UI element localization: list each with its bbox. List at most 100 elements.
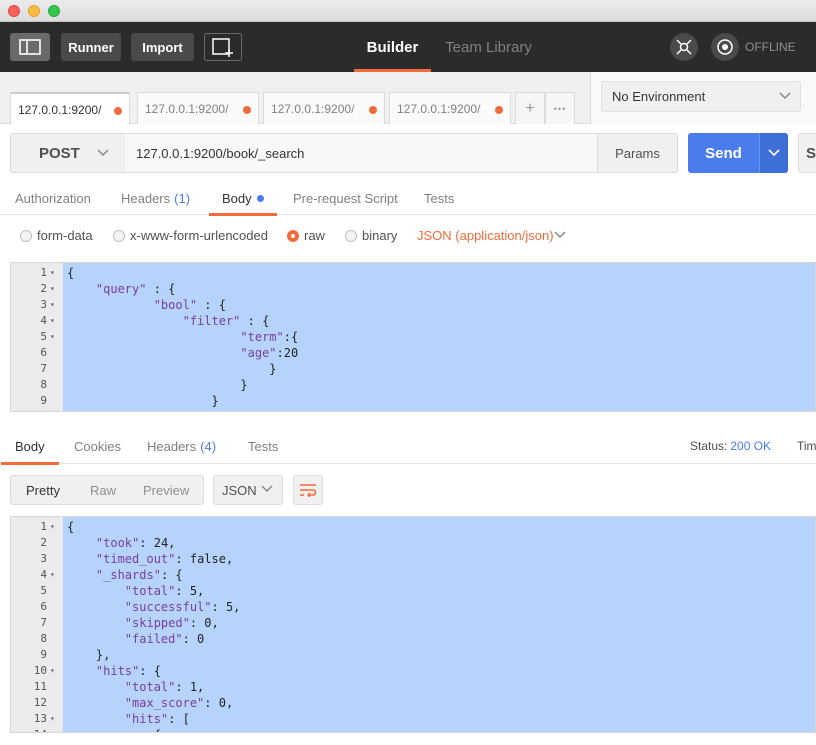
radio-selected-icon (287, 229, 299, 242)
tab-tests[interactable]: Tests (424, 181, 454, 215)
tab-headers[interactable]: Headers (1) (121, 181, 190, 215)
code-text: } (67, 378, 248, 392)
params-button[interactable]: Params (597, 133, 678, 173)
fold-arrow-icon[interactable]: ▾ (50, 297, 58, 313)
code-line: 7 } (11, 361, 815, 377)
code-text: "bool" : { (153, 298, 226, 312)
code-text: "failed": 0 (124, 632, 205, 646)
new-window-button[interactable] (204, 33, 242, 61)
response-language-select[interactable]: JSON (213, 475, 283, 505)
request-tab[interactable]: 127.0.0.1:9200/ (10, 92, 130, 125)
line-number: 5 (40, 330, 47, 343)
tab-label: Pre-request Script (293, 190, 398, 206)
import-button[interactable]: Import (131, 33, 194, 61)
environment-select[interactable]: No Environment (601, 81, 801, 112)
fold-arrow-icon[interactable]: ▾ (50, 567, 58, 583)
request-body-editor[interactable]: 1 ▾{2 ▾ "query" : {3 ▾ "bool" : {4 ▾ "filter… (10, 262, 816, 412)
body-modified-dot-icon (256, 194, 264, 202)
wrap-lines-icon (300, 484, 317, 497)
tab-pre-request-script[interactable]: Pre-request Script (293, 181, 398, 215)
method-select[interactable]: POST (10, 133, 126, 173)
radio-icon (113, 229, 125, 242)
radio-form-data[interactable]: form-data (20, 228, 93, 243)
view-raw-button[interactable]: Raw (90, 483, 116, 498)
minimize-window-button[interactable] (28, 5, 40, 17)
code-text: "total": 5, (124, 584, 205, 598)
window-titlebar (0, 0, 816, 22)
send-button[interactable]: Send (688, 133, 759, 173)
tab-options-button[interactable]: ••• (545, 92, 575, 124)
response-time-label: Tim (797, 439, 816, 453)
line-number: 12 (33, 696, 47, 709)
interceptor-icon[interactable] (670, 33, 698, 61)
fold-arrow-icon[interactable]: ▾ (50, 727, 58, 732)
fold-arrow-icon[interactable]: ▾ (50, 281, 58, 297)
fold-arrow-icon[interactable]: ▾ (50, 663, 58, 679)
chevron-down-icon[interactable] (553, 230, 567, 240)
code-text: } (67, 409, 161, 411)
request-tab[interactable]: 127.0.0.1:9200/ (137, 92, 259, 124)
line-number: 7 (40, 616, 47, 629)
environment-selected-label: No Environment (612, 89, 706, 104)
plus-icon: + (525, 99, 535, 117)
response-tab-headers[interactable]: Headers (4) (147, 428, 216, 464)
code-text: "took": 24, (95, 536, 176, 550)
code-line: 11 "total": 1, (11, 679, 815, 695)
code-line: 5 ▾ "term":{ (11, 329, 815, 345)
toggle-sidebar-button[interactable] (10, 33, 50, 61)
unsaved-dot-icon (495, 106, 503, 114)
fold-arrow-icon[interactable]: ▾ (50, 329, 58, 345)
code-text: "timed_out": false, (95, 552, 234, 566)
radio-binary[interactable]: binary (345, 228, 397, 243)
request-tab-label: 127.0.0.1:9200/ (145, 101, 229, 116)
response-body-viewer[interactable]: 1 ▾{2 "took": 24, 3 "timed_out": false, 4 ▾ … (10, 516, 816, 733)
code-text: "_shards": { (95, 568, 183, 582)
zoom-window-button[interactable] (48, 5, 60, 17)
fold-arrow-icon[interactable]: ▾ (50, 265, 58, 281)
response-tab-cookies[interactable]: Cookies (74, 428, 121, 464)
runner-button[interactable]: Runner (61, 33, 121, 61)
save-button[interactable]: Sa (798, 133, 816, 173)
view-mode-group: Pretty Raw Preview (10, 475, 204, 505)
new-tab-button[interactable]: + (515, 92, 545, 124)
chevron-down-icon (261, 485, 273, 493)
wrap-lines-button[interactable] (293, 475, 323, 505)
code-line: 6 "successful": 5, (11, 599, 815, 615)
radio-icon (20, 229, 32, 242)
tab-body[interactable]: Body (209, 181, 277, 216)
radio-urlencoded[interactable]: x-www-form-urlencoded (113, 228, 268, 243)
code-text: }, (67, 648, 111, 662)
nav-tab-builder[interactable]: Builder (354, 22, 431, 72)
code-line: 9 } (11, 393, 815, 409)
radio-label: raw (304, 228, 325, 243)
line-number: 11 (33, 680, 47, 693)
view-preview-button[interactable]: Preview (143, 483, 189, 498)
fold-arrow-icon[interactable]: ▾ (50, 519, 58, 535)
code-text: "hits": { (95, 664, 161, 678)
fold-arrow-icon[interactable]: ▾ (50, 313, 58, 329)
sync-icon[interactable] (711, 33, 739, 61)
url-input[interactable] (125, 133, 598, 173)
code-line: 10 } (11, 409, 815, 411)
line-number: 5 (40, 584, 47, 597)
tab-authorization[interactable]: Authorization (15, 181, 91, 215)
nav-tab-team-library[interactable]: Team Library (437, 22, 540, 72)
tab-label: Authorization (15, 190, 91, 206)
close-window-button[interactable] (8, 5, 20, 17)
line-number: 9 (40, 394, 47, 407)
radio-raw[interactable]: raw (287, 228, 325, 243)
view-pretty-button[interactable]: Pretty (26, 483, 60, 498)
radio-icon (345, 229, 357, 242)
send-options-button[interactable] (759, 133, 788, 173)
code-line: 4 ▾ "filter" : { (11, 313, 815, 329)
response-tab-tests[interactable]: Tests (248, 428, 278, 464)
request-tab[interactable]: 127.0.0.1:9200/ (389, 92, 511, 124)
response-tab-body[interactable]: Body (1, 428, 59, 465)
code-line: 1 ▾ { (11, 519, 815, 535)
content-type-select[interactable]: JSON (application/json) (417, 228, 554, 243)
tab-label: Cookies (74, 438, 121, 454)
fold-arrow-icon[interactable]: ▾ (50, 711, 58, 727)
request-tab[interactable]: 127.0.0.1:9200/ (263, 92, 385, 124)
code-line: 6 "age":20 (11, 345, 815, 361)
line-number: 13 (33, 712, 47, 725)
